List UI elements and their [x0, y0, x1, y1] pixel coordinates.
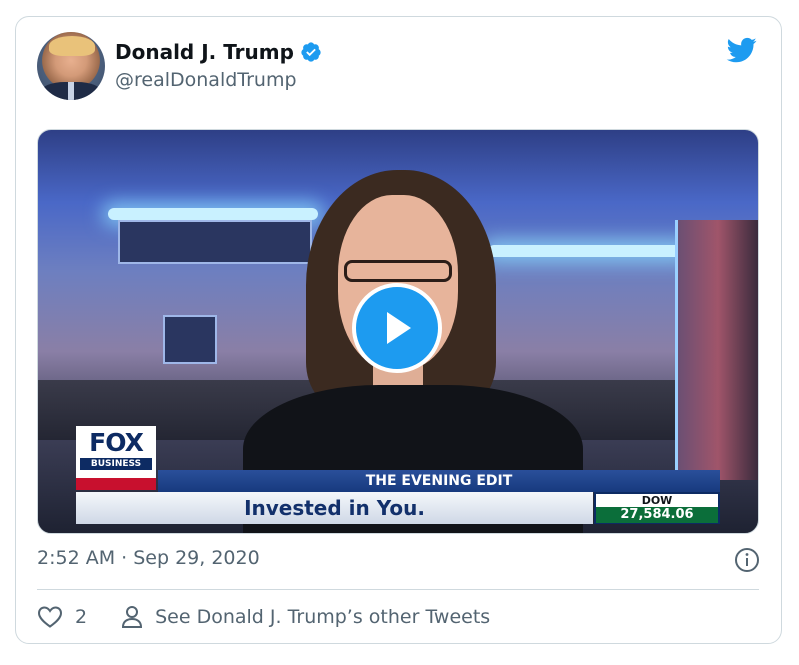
verified-badge-icon: [301, 42, 321, 62]
network-logo: FOX BUSINESS: [76, 426, 156, 490]
tweet-card[interactable]: Donald J. Trump @realDonaldTrump FOX BUS…: [15, 16, 782, 644]
author-display-name[interactable]: Donald J. Trump: [115, 40, 294, 64]
network-logo-stripe: [76, 478, 156, 490]
anchor-glasses: [344, 260, 452, 282]
avatar-tie: [68, 82, 74, 100]
divider: [37, 589, 759, 590]
like-action[interactable]: 2: [37, 605, 87, 629]
person-icon: [122, 606, 143, 628]
studio-light: [108, 208, 318, 220]
other-tweets-link[interactable]: See Donald J. Trump’s other Tweets: [121, 605, 490, 629]
video-player[interactable]: FOX BUSINESS THE EVENING EDIT Invested i…: [37, 129, 759, 534]
studio-monitor: [118, 220, 312, 264]
tweet-actions: 2 See Donald J. Trump’s other Tweets: [37, 602, 524, 632]
headline-bar: Invested in You.: [76, 492, 593, 524]
heart-icon: [37, 606, 63, 628]
other-tweets-label: See Donald J. Trump’s other Tweets: [155, 606, 491, 628]
ticker-label: DOW: [641, 494, 673, 507]
studio-video-wall: [675, 220, 758, 480]
info-icon[interactable]: [734, 547, 760, 573]
author-handle[interactable]: @realDonaldTrump: [115, 69, 297, 91]
studio-light: [488, 245, 688, 257]
author-name-row: Donald J. Trump: [115, 40, 322, 64]
ticker-value: 27,584.06: [596, 507, 718, 523]
network-logo-sub: BUSINESS: [80, 458, 152, 470]
like-count: 2: [75, 606, 88, 628]
avatar-hair: [49, 36, 95, 56]
play-button[interactable]: [352, 283, 442, 373]
headline-text: Invested in You.: [244, 496, 425, 520]
stock-ticker: DOW 27,584.06: [594, 492, 720, 524]
author-avatar[interactable]: [37, 32, 105, 100]
twitter-bird-icon[interactable]: [725, 35, 759, 65]
tweet-timestamp[interactable]: 2:52 AM · Sep 29, 2020: [37, 547, 260, 569]
play-icon: [387, 312, 411, 344]
network-logo-text: FOX: [89, 428, 144, 457]
show-title-bar: THE EVENING EDIT: [158, 470, 720, 492]
studio-monitor: [163, 315, 217, 364]
